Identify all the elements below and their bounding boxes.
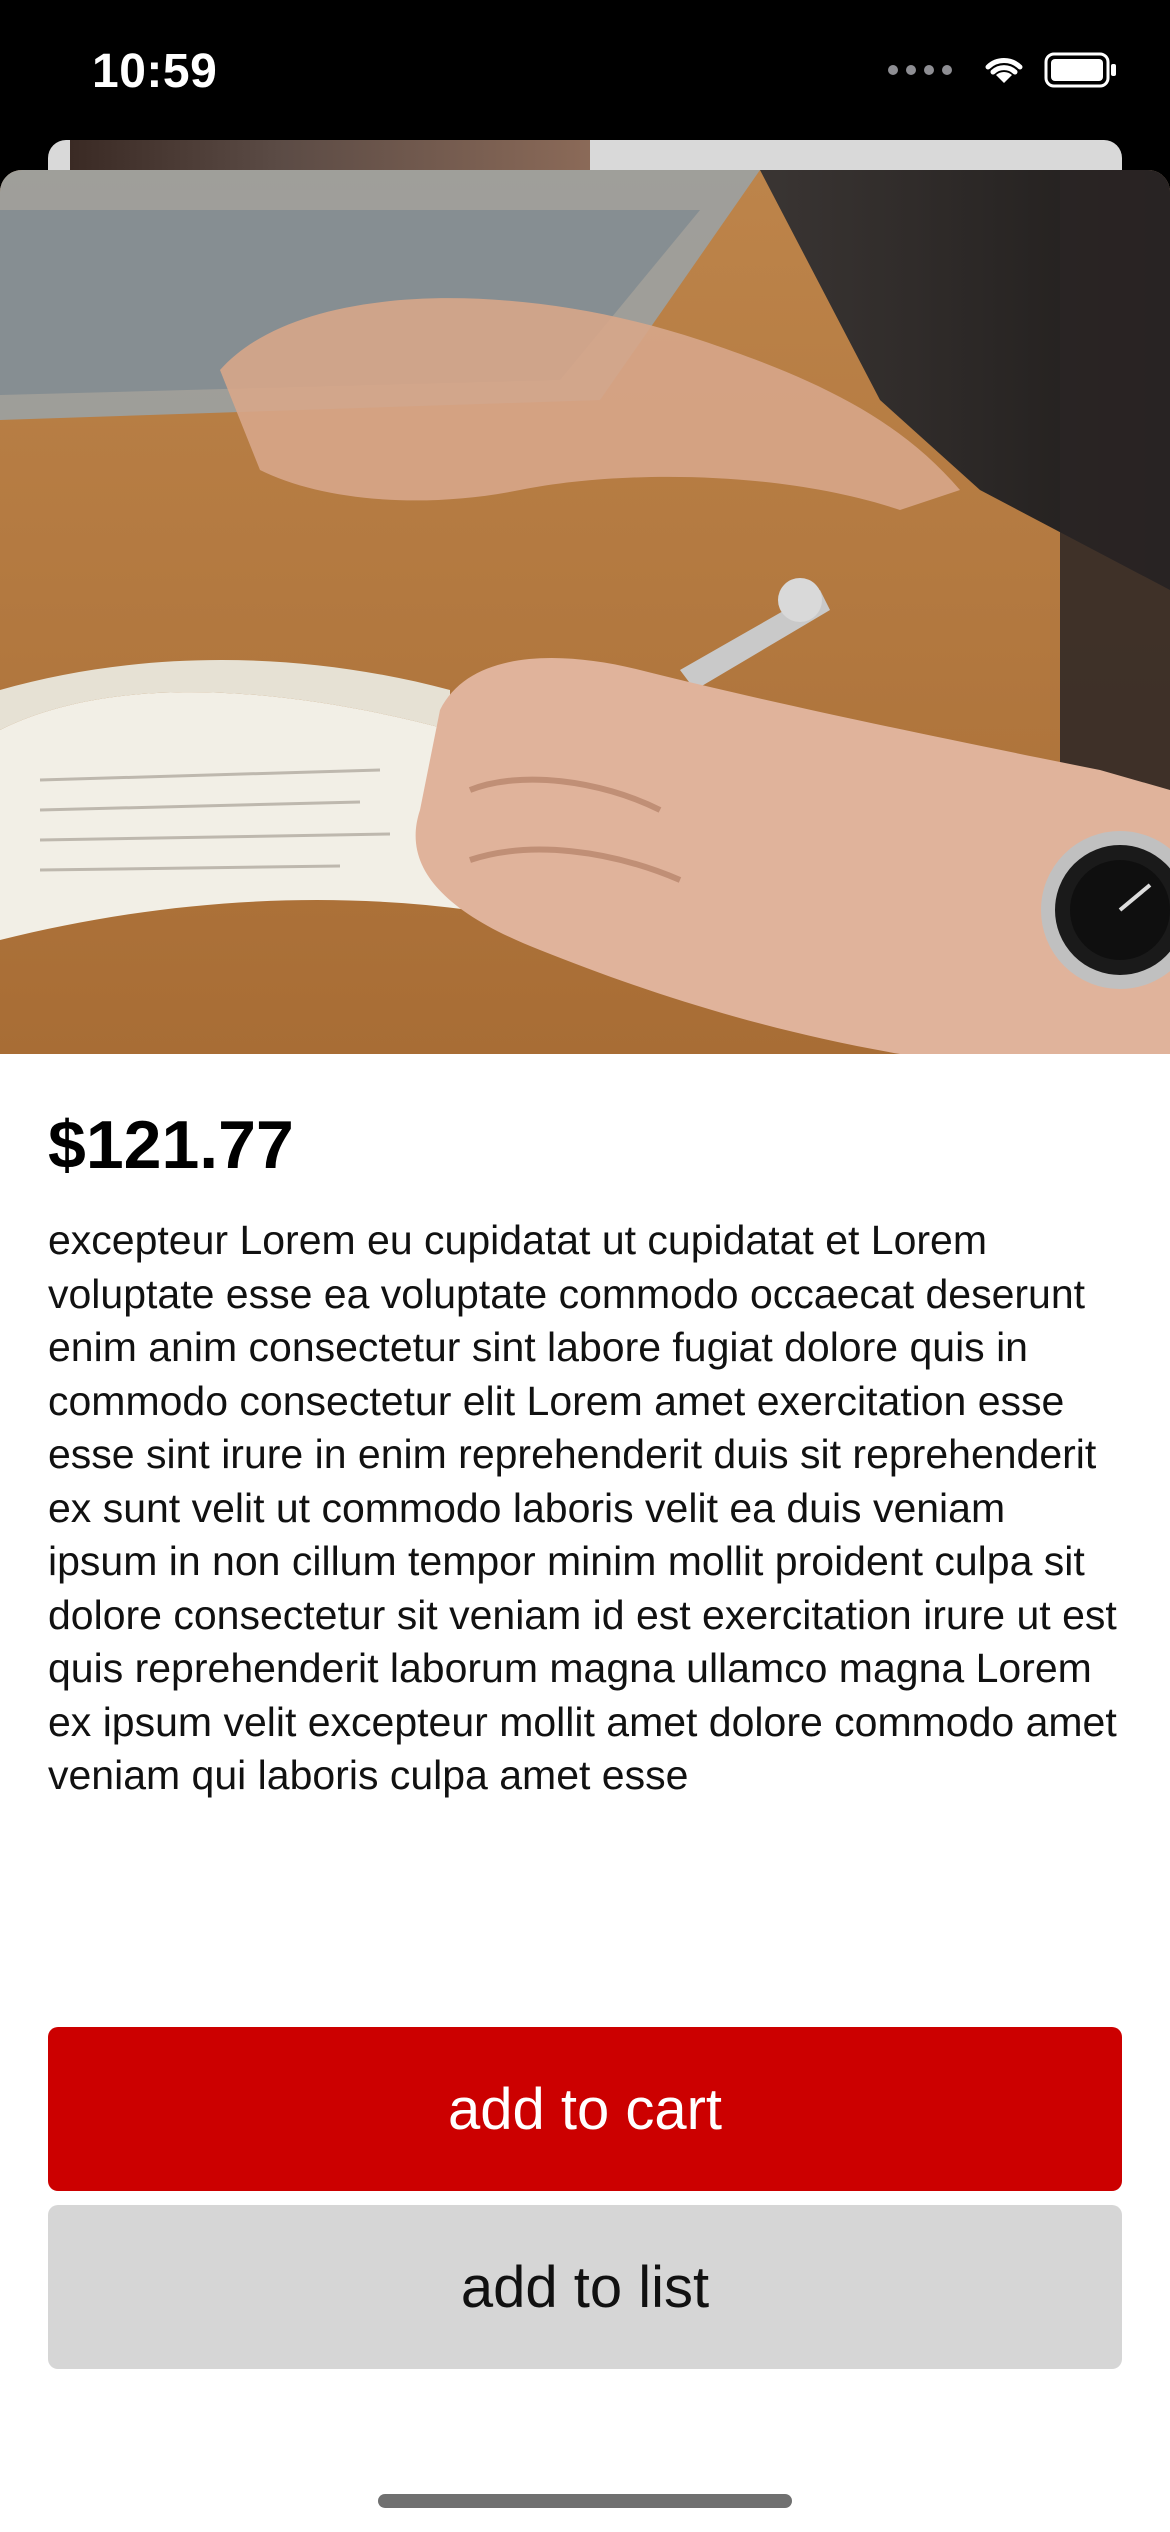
status-icons <box>888 52 1118 88</box>
add-to-cart-button[interactable]: add to cart <box>48 2027 1122 2191</box>
product-detail-sheet: $121.77 excepteur Lorem eu cupidatat ut … <box>0 170 1170 2532</box>
home-indicator[interactable] <box>378 2494 792 2508</box>
status-time: 10:59 <box>92 45 218 98</box>
add-to-list-button[interactable]: add to list <box>48 2205 1122 2369</box>
product-photo-icon <box>0 170 1170 1054</box>
battery-icon <box>1044 52 1116 88</box>
product-price: $121.77 <box>48 1107 294 1183</box>
status-bar: 10:59 <box>0 0 1170 140</box>
product-image <box>0 170 1170 1054</box>
signal-dots-icon <box>888 65 952 75</box>
wifi-icon <box>985 58 1023 83</box>
product-description: excepteur Lorem eu cupidatat ut cupidata… <box>48 1217 1117 1798</box>
